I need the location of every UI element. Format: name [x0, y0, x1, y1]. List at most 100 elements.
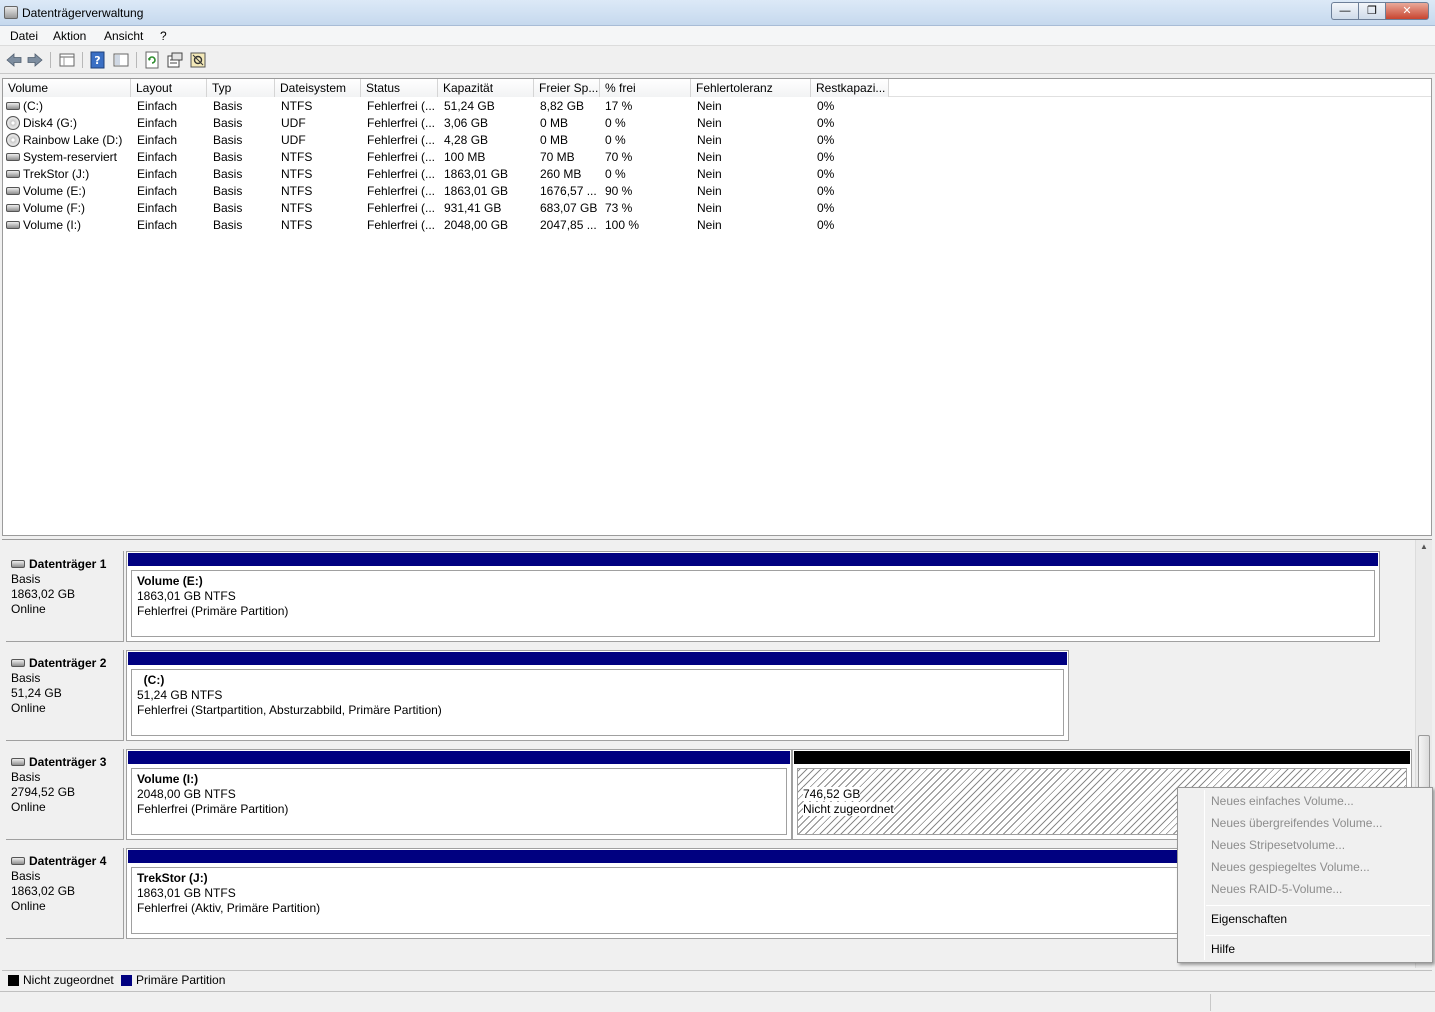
table-row[interactable]: Rainbow Lake (D:) Einfach Basis UDF Fehl… — [3, 132, 1431, 149]
cell-freier-speicher: 0 MB — [540, 133, 569, 147]
cell-kapazitaet: 100 MB — [444, 150, 486, 164]
cell-freier-speicher: 683,07 GB — [540, 201, 598, 215]
cell-status: Fehlerfrei (... — [367, 150, 436, 164]
cell-restkapazitaet: 0% — [817, 116, 835, 130]
table-row[interactable]: System-reserviert Einfach Basis NTFS Feh… — [3, 149, 1431, 166]
primary-partition-bar — [128, 652, 1067, 665]
hard-drive-icon — [6, 153, 20, 161]
cell-layout: Einfach — [137, 184, 178, 198]
hard-drive-icon — [11, 857, 25, 865]
properties-icon[interactable] — [166, 51, 184, 69]
menu-help[interactable]: ? — [160, 29, 167, 43]
column-header-dateisystem[interactable]: Dateisystem — [275, 79, 361, 97]
cell-status: Fehlerfrei (... — [367, 184, 436, 198]
menu-item-properties[interactable]: Eigenschaften — [1211, 909, 1287, 929]
disk-label-2[interactable]: Datenträger 2 Basis 51,24 GB Online — [6, 650, 124, 741]
partition-status: Fehlerfrei (Startpartition, Absturzabbil… — [137, 703, 442, 717]
partition-name: Volume (E:) — [137, 574, 203, 588]
menu-item-help[interactable]: Hilfe — [1211, 939, 1235, 959]
cell-prozent-frei: 0 % — [605, 167, 626, 181]
partition-name: Volume (I:) — [137, 772, 199, 786]
cell-typ: Basis — [213, 184, 243, 198]
toolbar-separator — [136, 52, 137, 68]
close-button[interactable]: ✕ — [1385, 2, 1429, 20]
cell-layout: Einfach — [137, 218, 178, 232]
column-header-prozent-frei[interactable]: % frei — [600, 79, 691, 97]
column-header-layout[interactable]: Layout — [131, 79, 207, 97]
window-controls: — ❐ ✕ — [1331, 2, 1429, 20]
partition-size: 746,52 GB — [803, 787, 861, 801]
minimize-button[interactable]: — — [1331, 2, 1358, 20]
menu-item-new-raid5-volume[interactable]: Neues RAID-5-Volume... — [1211, 879, 1342, 899]
column-header-typ[interactable]: Typ — [207, 79, 275, 97]
disk-label-4[interactable]: Datenträger 4 Basis 1863,02 GB Online — [6, 848, 124, 939]
table-row[interactable]: TrekStor (J:) Einfach Basis NTFS Fehlerf… — [3, 166, 1431, 183]
panel-icon[interactable] — [112, 51, 130, 69]
column-header-restkapazitaet[interactable]: Restkapazi... — [811, 79, 889, 97]
back-arrow-icon[interactable] — [5, 51, 23, 69]
cell-restkapazitaet: 0% — [817, 184, 835, 198]
partition-body: (C:) 51,24 GB NTFS Fehlerfrei (Startpart… — [131, 669, 1064, 736]
cell-layout: Einfach — [137, 150, 178, 164]
table-row[interactable]: (C:) Einfach Basis NTFS Fehlerfrei (... … — [3, 98, 1431, 115]
cell-freier-speicher: 260 MB — [540, 167, 582, 181]
cell-prozent-frei: 17 % — [605, 99, 633, 113]
help-icon[interactable]: ? — [89, 51, 107, 69]
partition-status: Nicht zugeordnet — [803, 802, 894, 816]
disk-state: Online — [11, 800, 46, 814]
cell-volume: Disk4 (G:) — [23, 116, 77, 130]
context-menu: Neues einfaches Volume... Neues übergrei… — [1177, 787, 1433, 963]
maximize-button[interactable]: ❐ — [1358, 2, 1385, 20]
disk-label-3[interactable]: Datenträger 3 Basis 2794,52 GB Online — [6, 749, 124, 840]
column-header-kapazitaet[interactable]: Kapazität — [438, 79, 534, 97]
window-title: Datenträgerverwaltung — [22, 6, 144, 20]
hard-drive-icon — [11, 560, 25, 568]
list-header: Volume Layout Typ Dateisystem Status Kap… — [3, 79, 1431, 97]
cell-layout: Einfach — [137, 201, 178, 215]
scroll-up-icon[interactable]: ▲ — [1420, 542, 1428, 551]
cell-kapazitaet: 2048,00 GB — [444, 218, 509, 232]
column-header-status[interactable]: Status — [361, 79, 438, 97]
cell-restkapazitaet: 0% — [817, 218, 835, 232]
partition-volume-e[interactable]: Volume (E:) 1863,01 GB NTFS Fehlerfrei (… — [126, 551, 1380, 642]
svg-text:?: ? — [94, 54, 100, 67]
column-header-volume[interactable]: Volume — [3, 79, 131, 97]
menu-ansicht[interactable]: Ansicht — [104, 29, 143, 43]
disk-size: 1863,02 GB — [11, 587, 76, 601]
column-header-freier-speicher[interactable]: Freier Sp... — [534, 79, 600, 97]
status-bar — [0, 991, 1435, 1012]
menu-datei[interactable]: Datei — [10, 29, 38, 43]
menu-item-new-simple-volume[interactable]: Neues einfaches Volume... — [1211, 791, 1354, 811]
disk-label-1[interactable]: Datenträger 1 Basis 1863,02 GB Online — [6, 551, 124, 642]
disk-state: Online — [11, 602, 46, 616]
cell-dateisystem: NTFS — [281, 218, 313, 232]
menu-item-new-spanned-volume[interactable]: Neues übergreifendes Volume... — [1211, 813, 1382, 833]
cd-drive-icon — [6, 133, 20, 147]
column-header-fehlertoleranz[interactable]: Fehlertoleranz — [691, 79, 811, 97]
cell-freier-speicher: 1676,57 ... — [540, 184, 597, 198]
cell-volume: TrekStor (J:) — [23, 167, 90, 181]
table-row[interactable]: Volume (F:) Einfach Basis NTFS Fehlerfre… — [3, 200, 1431, 217]
cell-fehlertoleranz: Nein — [697, 99, 722, 113]
cell-volume: Rainbow Lake (D:) — [23, 133, 123, 147]
forward-arrow-icon[interactable] — [26, 51, 44, 69]
cell-fehlertoleranz: Nein — [697, 150, 722, 164]
menu-item-new-striped-volume[interactable]: Neues Stripesetvolume... — [1211, 835, 1345, 855]
list-view-icon[interactable] — [58, 51, 76, 69]
cell-typ: Basis — [213, 133, 243, 147]
menu-item-new-mirrored-volume[interactable]: Neues gespiegeltes Volume... — [1211, 857, 1370, 877]
table-row[interactable]: Volume (I:) Einfach Basis NTFS Fehlerfre… — [3, 217, 1431, 234]
table-row[interactable]: Disk4 (G:) Einfach Basis UDF Fehlerfrei … — [3, 115, 1431, 132]
cell-freier-speicher: 70 MB — [540, 150, 575, 164]
partition-volume-c[interactable]: (C:) 51,24 GB NTFS Fehlerfrei (Startpart… — [126, 650, 1069, 741]
cell-typ: Basis — [213, 167, 243, 181]
refresh-icon[interactable] — [143, 51, 161, 69]
partition-volume-i[interactable]: Volume (I:) 2048,00 GB NTFS Fehlerfrei (… — [126, 749, 792, 840]
settings-icon[interactable] — [189, 51, 207, 69]
cell-freier-speicher: 0 MB — [540, 116, 569, 130]
table-row[interactable]: Volume (E:) Einfach Basis NTFS Fehlerfre… — [3, 183, 1431, 200]
cell-prozent-frei: 0 % — [605, 133, 626, 147]
menu-aktion[interactable]: Aktion — [53, 29, 86, 43]
partition-size: 1863,01 GB NTFS — [137, 589, 236, 603]
partition-size: 51,24 GB NTFS — [137, 688, 223, 702]
